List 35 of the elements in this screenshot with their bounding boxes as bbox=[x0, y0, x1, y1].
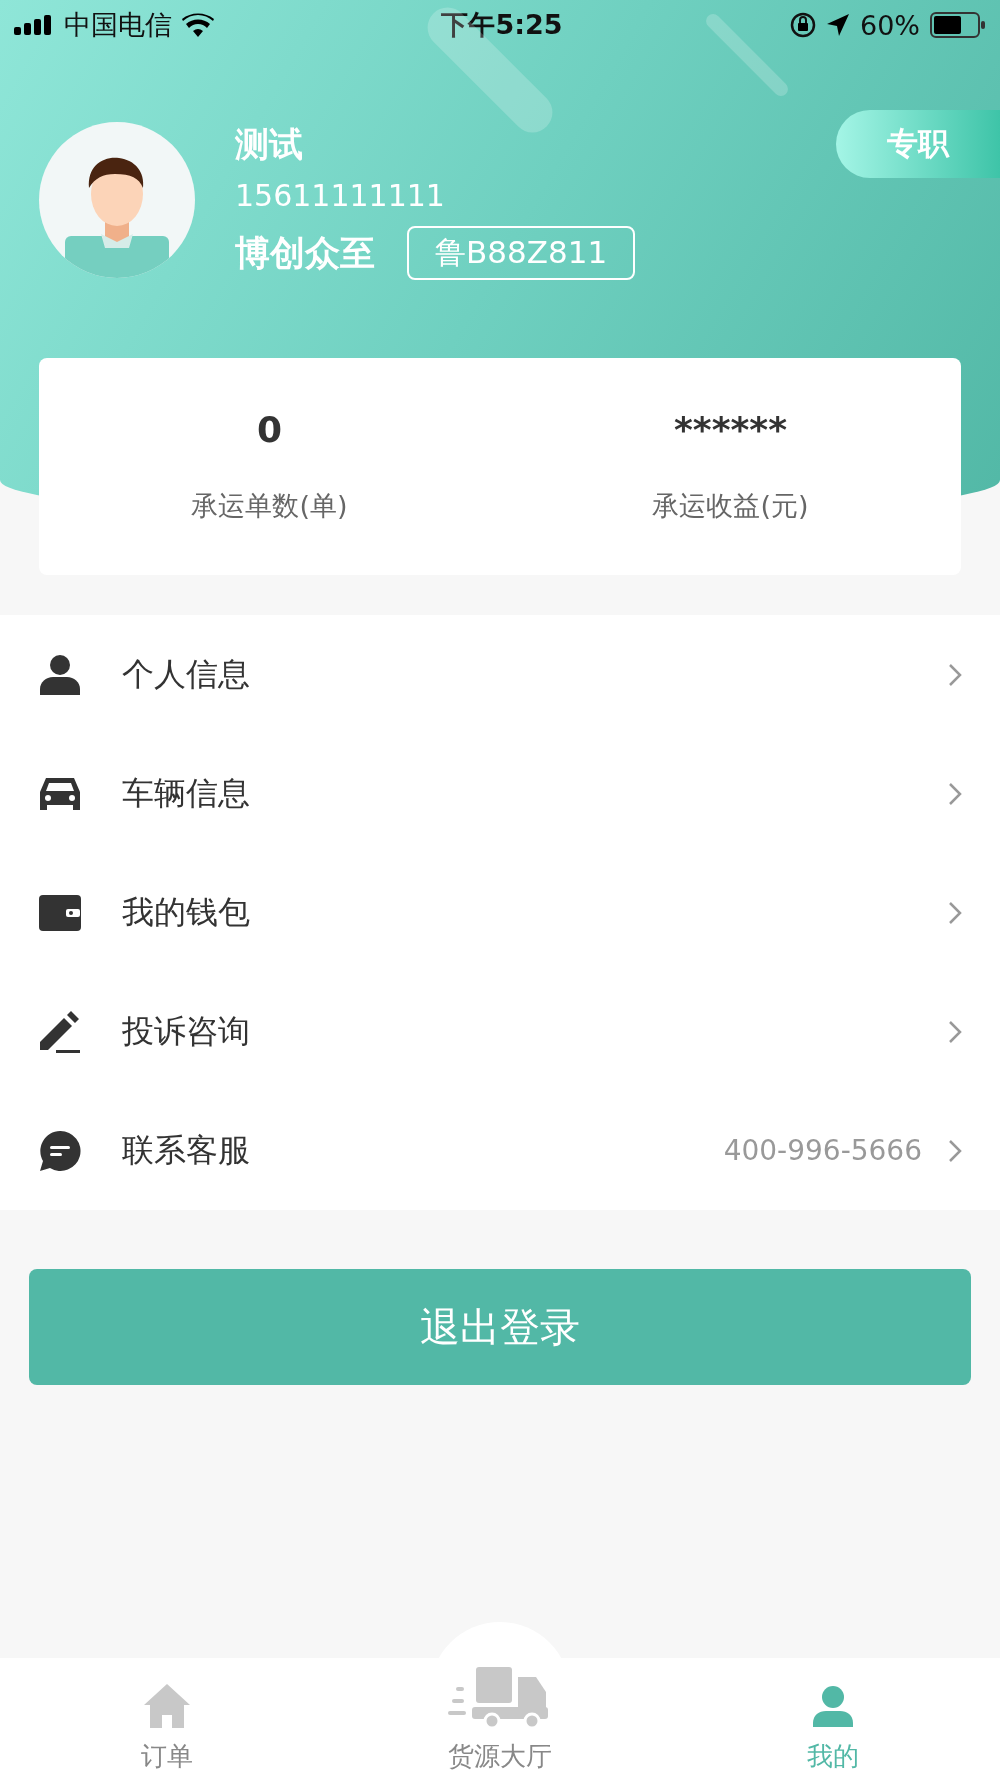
chevron-right-icon bbox=[948, 662, 962, 687]
tab[interactable]: 订单 bbox=[0, 1658, 334, 1778]
carrier-name: 中国电信 bbox=[64, 8, 172, 42]
phone-number: 15611111111 bbox=[235, 177, 446, 215]
user-name: 测试 bbox=[235, 123, 304, 166]
wallet-icon bbox=[38, 892, 82, 933]
chevron-right-icon bbox=[948, 781, 962, 806]
chevron-right-icon bbox=[948, 1019, 962, 1044]
chevron-right-icon bbox=[948, 900, 962, 925]
menu-item[interactable]: 投诉咨询 bbox=[0, 972, 1000, 1091]
tab[interactable]: 货源大厅 bbox=[333, 1658, 667, 1778]
status-time: 下午5:25 bbox=[441, 8, 563, 42]
wifi-icon bbox=[182, 13, 214, 37]
location-icon bbox=[826, 13, 850, 37]
person-icon bbox=[38, 652, 82, 697]
menu-item[interactable]: 个人信息 bbox=[0, 615, 1000, 734]
battery-percent: 60% bbox=[860, 9, 920, 41]
company-name: 博创众至 bbox=[235, 231, 375, 275]
menu-item[interactable]: 车辆信息 bbox=[0, 734, 1000, 853]
menu-item[interactable]: 联系客服 400-996-5666 bbox=[0, 1091, 1000, 1210]
battery-icon bbox=[930, 12, 986, 38]
chat-icon bbox=[38, 1128, 82, 1173]
chevron-right-icon bbox=[948, 1138, 962, 1163]
stat-value: ****** bbox=[674, 410, 787, 450]
stat-value: 0 bbox=[256, 410, 283, 450]
person-icon bbox=[811, 1685, 856, 1729]
license-plate-tag: 鲁B88Z811 bbox=[407, 226, 636, 280]
menu-item[interactable]: 我的钱包 bbox=[0, 853, 1000, 972]
role-tag: 专职 bbox=[836, 110, 1000, 178]
pencil-icon bbox=[38, 1009, 82, 1054]
stat-label: 承运收益(元) bbox=[652, 489, 809, 523]
stat-label: 承运单数(单) bbox=[191, 489, 348, 523]
signal-icon bbox=[14, 15, 54, 35]
home-icon bbox=[142, 1683, 191, 1729]
rotation-lock-icon bbox=[790, 12, 816, 38]
